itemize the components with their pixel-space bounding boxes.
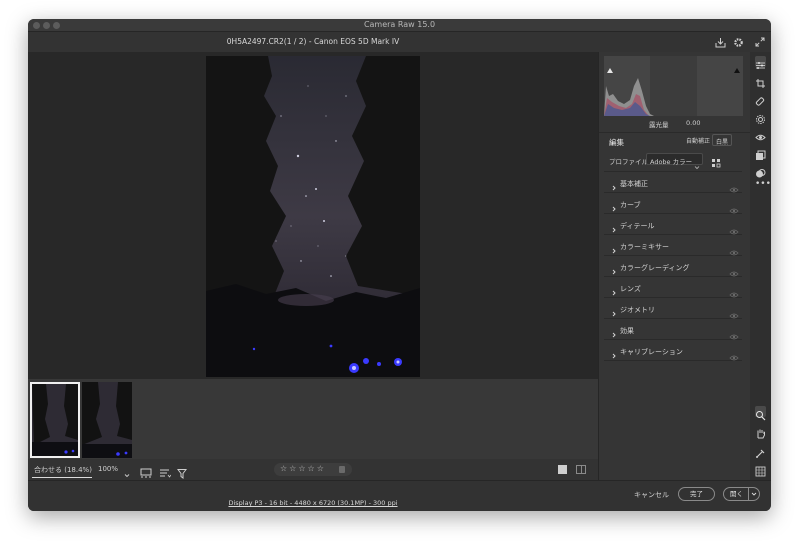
section-geometry[interactable]: ジオメトリ [604, 299, 742, 319]
chevron-down-icon [694, 156, 700, 170]
filmstrip-thumbnail[interactable] [82, 382, 132, 458]
healing-brush-icon[interactable] [755, 92, 766, 106]
before-after-icon[interactable] [576, 465, 586, 474]
histogram [604, 56, 743, 116]
filmstrip [28, 379, 598, 459]
chevron-right-icon [610, 262, 618, 275]
filter-icon[interactable] [177, 464, 188, 479]
edit-panel: 露光量 0.00 編集 自動補正 白黒 プロファイル Adobe カラー 基本補… [598, 52, 751, 480]
zoom-level[interactable]: 100% [98, 465, 118, 473]
chevron-right-icon [610, 220, 618, 233]
fit-zoom-underline [32, 477, 92, 478]
done-button[interactable]: 完了 [678, 487, 715, 501]
section-label: キャリブレーション [620, 348, 683, 356]
bw-button[interactable]: 白黒 [712, 134, 733, 146]
chevron-right-icon [610, 304, 618, 317]
eye-icon[interactable] [729, 347, 739, 361]
workflow-options-area: Display P3 - 16 bit - 4480 x 6720 (30.1M… [28, 490, 598, 509]
camera-raw-window: Camera Raw 15.0 0H5A2497.CR2(1 / 2) - Ca… [28, 19, 771, 511]
sort-icon[interactable] [159, 464, 172, 478]
highlight-clipping-icon[interactable] [734, 58, 740, 73]
section-label: カラーミキサー [620, 243, 669, 251]
filmstrip-thumbnail[interactable] [30, 382, 80, 458]
presets-icon[interactable] [755, 164, 766, 178]
eye-icon[interactable] [729, 200, 739, 214]
eye-icon[interactable] [729, 284, 739, 298]
bottom-toolbar: 合わせる (18.4%) 100% ☆☆☆☆☆ [28, 459, 598, 480]
sliders-icon[interactable] [755, 56, 766, 69]
save-icon[interactable] [714, 36, 726, 48]
zoom-tool-icon[interactable] [755, 406, 766, 421]
section-label: カーブ [620, 201, 641, 209]
chevron-right-icon [610, 283, 618, 296]
section-detail[interactable]: ディテール [604, 215, 742, 235]
fullscreen-icon[interactable] [754, 36, 766, 48]
divider [599, 132, 751, 133]
app-title: Camera Raw 15.0 [363, 20, 436, 29]
open-options-chevron[interactable] [748, 488, 759, 500]
section-basic[interactable]: 基本補正 [604, 173, 742, 193]
footer-bar: Display P3 - 16 bit - 4480 x 6720 (30.1M… [28, 480, 771, 511]
image-canvas[interactable] [28, 52, 598, 379]
trash-icon[interactable] [339, 466, 345, 473]
eye-icon[interactable] [729, 179, 739, 193]
more-options-icon[interactable]: ••• [755, 180, 771, 191]
profile-label: プロファイル [609, 158, 648, 166]
open-button-label: 開く [730, 490, 743, 498]
gear-icon[interactable] [732, 36, 744, 48]
chevron-down-icon[interactable] [123, 465, 131, 478]
hand-tool-icon[interactable] [755, 424, 766, 439]
edit-heading: 編集 [609, 138, 624, 147]
preview-image[interactable] [206, 56, 420, 377]
masking-icon[interactable] [755, 110, 766, 124]
snapshots-icon[interactable] [755, 146, 766, 160]
chevron-right-icon [610, 325, 618, 338]
tool-strip: ••• [750, 52, 771, 480]
section-color-grading[interactable]: カラーグレーディング [604, 257, 742, 277]
divider [604, 171, 742, 172]
eye-icon[interactable] [729, 242, 739, 256]
single-view-icon[interactable] [558, 465, 567, 474]
rating-stars[interactable]: ☆☆☆☆☆ [280, 464, 326, 473]
section-label: 効果 [620, 327, 634, 335]
eye-icon[interactable] [729, 263, 739, 277]
section-label: レンズ [620, 285, 641, 293]
open-button[interactable]: 開く [723, 487, 760, 501]
histogram-readout-label: 露光量 [649, 121, 669, 129]
chevron-right-icon [610, 241, 618, 254]
eye-icon[interactable] [729, 305, 739, 319]
chevron-right-icon [610, 346, 618, 359]
eye-icon[interactable] [729, 326, 739, 340]
title-bar: Camera Raw 15.0 [28, 19, 771, 32]
file-title: 0H5A2497.CR2(1 / 2) - Canon EOS 5D Mark … [226, 37, 400, 46]
chevron-right-icon [610, 199, 618, 212]
profile-browser-icon[interactable] [711, 153, 721, 168]
color-sampler-icon[interactable] [755, 444, 766, 458]
chevron-right-icon [610, 178, 618, 191]
file-header: 0H5A2497.CR2(1 / 2) - Canon EOS 5D Mark … [28, 32, 771, 52]
section-calibration[interactable]: キャリブレーション [604, 341, 742, 361]
histogram-readout-value: 0.00 [686, 119, 701, 127]
auto-button[interactable]: 自動補正 [683, 134, 713, 146]
red-eye-icon[interactable] [755, 128, 766, 141]
shadow-clipping-icon[interactable] [607, 58, 613, 73]
rating-control: ☆☆☆☆☆ [274, 463, 352, 476]
profile-select-value: Adobe カラー [650, 158, 693, 166]
grid-overlay-icon[interactable] [755, 462, 766, 477]
section-effects[interactable]: 効果 [604, 320, 742, 340]
crop-icon[interactable] [755, 74, 766, 88]
section-label: ディテール [620, 222, 655, 230]
profile-select[interactable]: Adobe カラー [646, 153, 703, 170]
section-curve[interactable]: カーブ [604, 194, 742, 214]
cancel-button[interactable]: キャンセル [634, 490, 669, 500]
section-color-mixer[interactable]: カラーミキサー [604, 236, 742, 256]
workflow-options-link[interactable]: Display P3 - 16 bit - 4480 x 6720 (30.1M… [228, 499, 397, 507]
filmstrip-view-icon[interactable] [140, 464, 152, 478]
eye-icon[interactable] [729, 221, 739, 235]
fit-zoom-button[interactable]: 合わせる (18.4%) [34, 465, 92, 475]
section-label: カラーグレーディング [620, 264, 690, 272]
section-label: ジオメトリ [620, 306, 655, 314]
section-label: 基本補正 [620, 180, 648, 188]
section-lens[interactable]: レンズ [604, 278, 742, 298]
